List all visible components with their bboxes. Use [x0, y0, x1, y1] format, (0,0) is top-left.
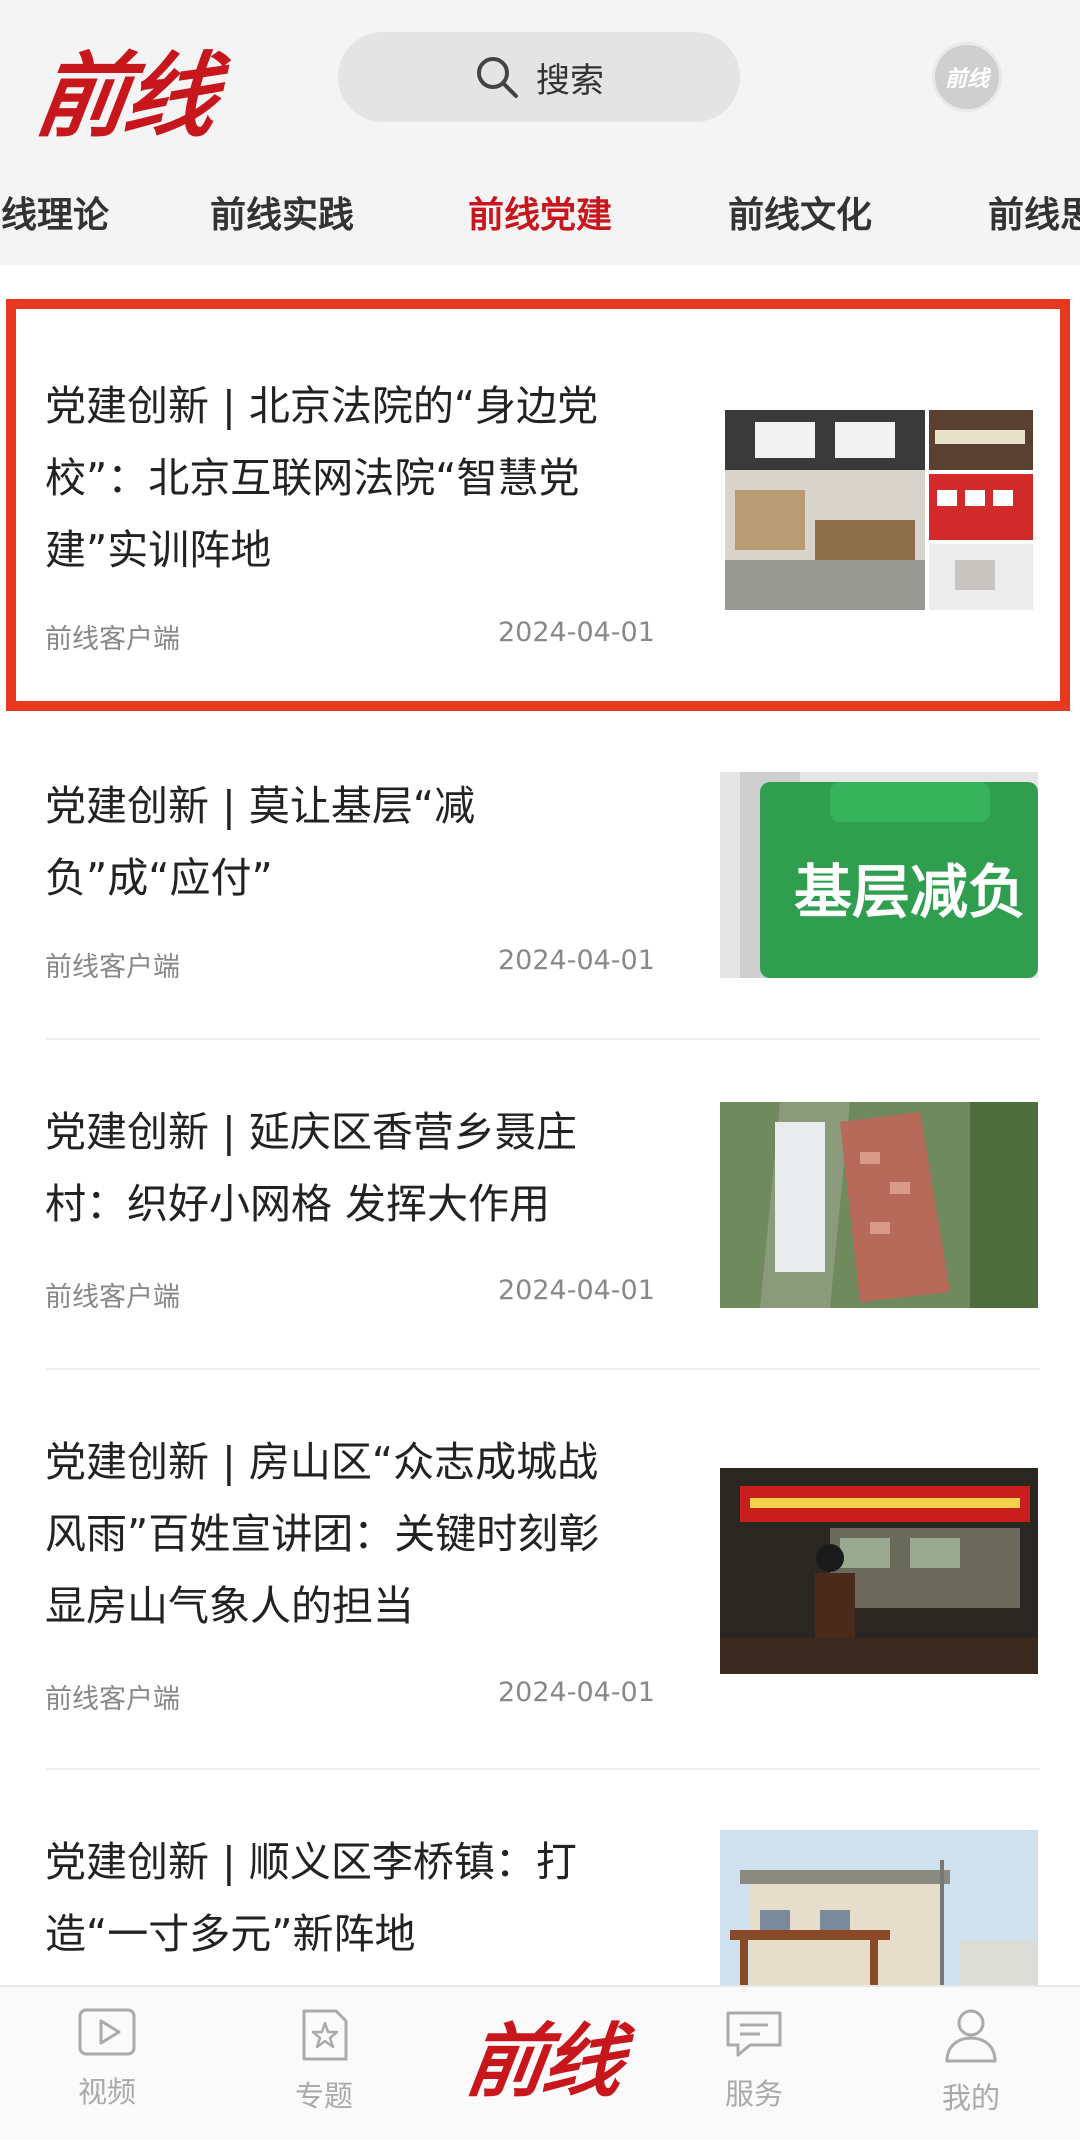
tab-theory[interactable]: 前线理论 — [0, 180, 109, 252]
divider — [45, 1368, 1040, 1370]
person-icon — [945, 2009, 997, 2063]
search-label: 搜索 — [536, 60, 604, 101]
aerial-village-image — [720, 1102, 1038, 1308]
article-source: 前线客户端 — [45, 1282, 180, 1313]
article-source: 前线客户端 — [45, 624, 180, 655]
article-title[interactable]: 党建创新 | 莫让基层“减负”成“应付” — [45, 770, 635, 914]
tab-party-building[interactable]: 前线党建 — [468, 180, 612, 252]
article-title[interactable]: 党建创新 | 房山区“众志成城战风雨”百姓宣讲团：关键时刻彰显房山气象人的担当 — [45, 1426, 635, 1642]
nav-services-label: 服务 — [724, 2077, 783, 2111]
nav-video[interactable]: 视频 — [47, 2007, 167, 2111]
tab-practice[interactable]: 前线实践 — [210, 180, 354, 252]
article-title[interactable]: 党建创新 | 延庆区香营乡聂庄村：织好小网格 发挥大作用 — [45, 1096, 635, 1240]
folder-image-text: 基层减负 — [794, 858, 1026, 926]
nav-mine-label: 我的 — [941, 2081, 1000, 2115]
article-source: 前线客户端 — [45, 1684, 180, 1715]
article-date: 2024-04-01 — [498, 1677, 655, 1708]
nav-services[interactable]: 服务 — [694, 2007, 814, 2113]
article-thumbnail[interactable] — [725, 410, 1033, 610]
avatar[interactable]: 前线 — [932, 42, 1002, 112]
article-date: 2024-04-01 — [498, 945, 655, 976]
article-card[interactable]: 党建创新 | 顺义区李桥镇：打造“一寸多元”新阵地 — [0, 1800, 1080, 1985]
lecture-hall-image — [720, 1468, 1038, 1674]
article-card[interactable]: 党建创新 | 莫让基层“减负”成“应付” 前线客户端 2024-04-01 基层… — [0, 740, 1080, 1040]
article-source: 前线客户端 — [45, 952, 180, 983]
app-logo[interactable]: 前线 — [29, 22, 224, 155]
app-header: 前线 搜索 前线 前线理论 前线实践 前线党建 前线文化 前线思 — [0, 0, 1080, 265]
folder-image: 基层减负 — [720, 772, 1038, 978]
article-title[interactable]: 党建创新 | 北京法院的“身边党校”：北京互联网法院“智慧党建”实训阵地 — [45, 370, 635, 586]
tab-thought[interactable]: 前线思 — [988, 180, 1080, 252]
nav-video-label: 视频 — [77, 2075, 136, 2109]
article-card[interactable]: 党建创新 | 延庆区香营乡聂庄村：织好小网格 发挥大作用 前线客户端 2024-… — [0, 1070, 1080, 1370]
office-interior-image — [725, 410, 1033, 610]
nav-topics-label: 专题 — [294, 2079, 353, 2113]
article-thumbnail[interactable] — [720, 1102, 1038, 1308]
category-tabs: 前线理论 前线实践 前线党建 前线文化 前线思 — [0, 180, 1080, 252]
nav-topics[interactable]: 专题 — [264, 2007, 384, 2115]
nav-home-logo[interactable]: 前线 — [460, 1997, 628, 2113]
search-icon — [477, 57, 518, 98]
nav-mine[interactable]: 我的 — [911, 2007, 1031, 2117]
article-thumbnail[interactable]: 基层减负 — [720, 772, 1038, 978]
building-image — [720, 1830, 1038, 1985]
article-thumbnail[interactable] — [720, 1468, 1038, 1674]
divider — [45, 1038, 1040, 1040]
chat-icon — [726, 2011, 782, 2057]
bottom-nav: 视频 专题 前线 服务 我的 — [0, 1985, 1080, 2140]
article-title[interactable]: 党建创新 | 顺义区李桥镇：打造“一寸多元”新阵地 — [45, 1826, 635, 1970]
article-date: 2024-04-01 — [498, 1275, 655, 1306]
search-bar[interactable]: 搜索 — [338, 32, 740, 122]
article-date: 2024-04-01 — [498, 617, 655, 648]
play-icon — [78, 2008, 136, 2056]
article-card[interactable]: 党建创新 | 北京法院的“身边党校”：北京互联网法院“智慧党建”实训阵地 前线客… — [0, 300, 1080, 710]
star-doc-icon — [302, 2009, 348, 2061]
article-card[interactable]: 党建创新 | 房山区“众志成城战风雨”百姓宣讲团：关键时刻彰显房山气象人的担当 … — [0, 1400, 1080, 1770]
divider — [45, 1768, 1040, 1770]
article-thumbnail[interactable] — [720, 1830, 1038, 1985]
tab-culture[interactable]: 前线文化 — [728, 180, 872, 252]
